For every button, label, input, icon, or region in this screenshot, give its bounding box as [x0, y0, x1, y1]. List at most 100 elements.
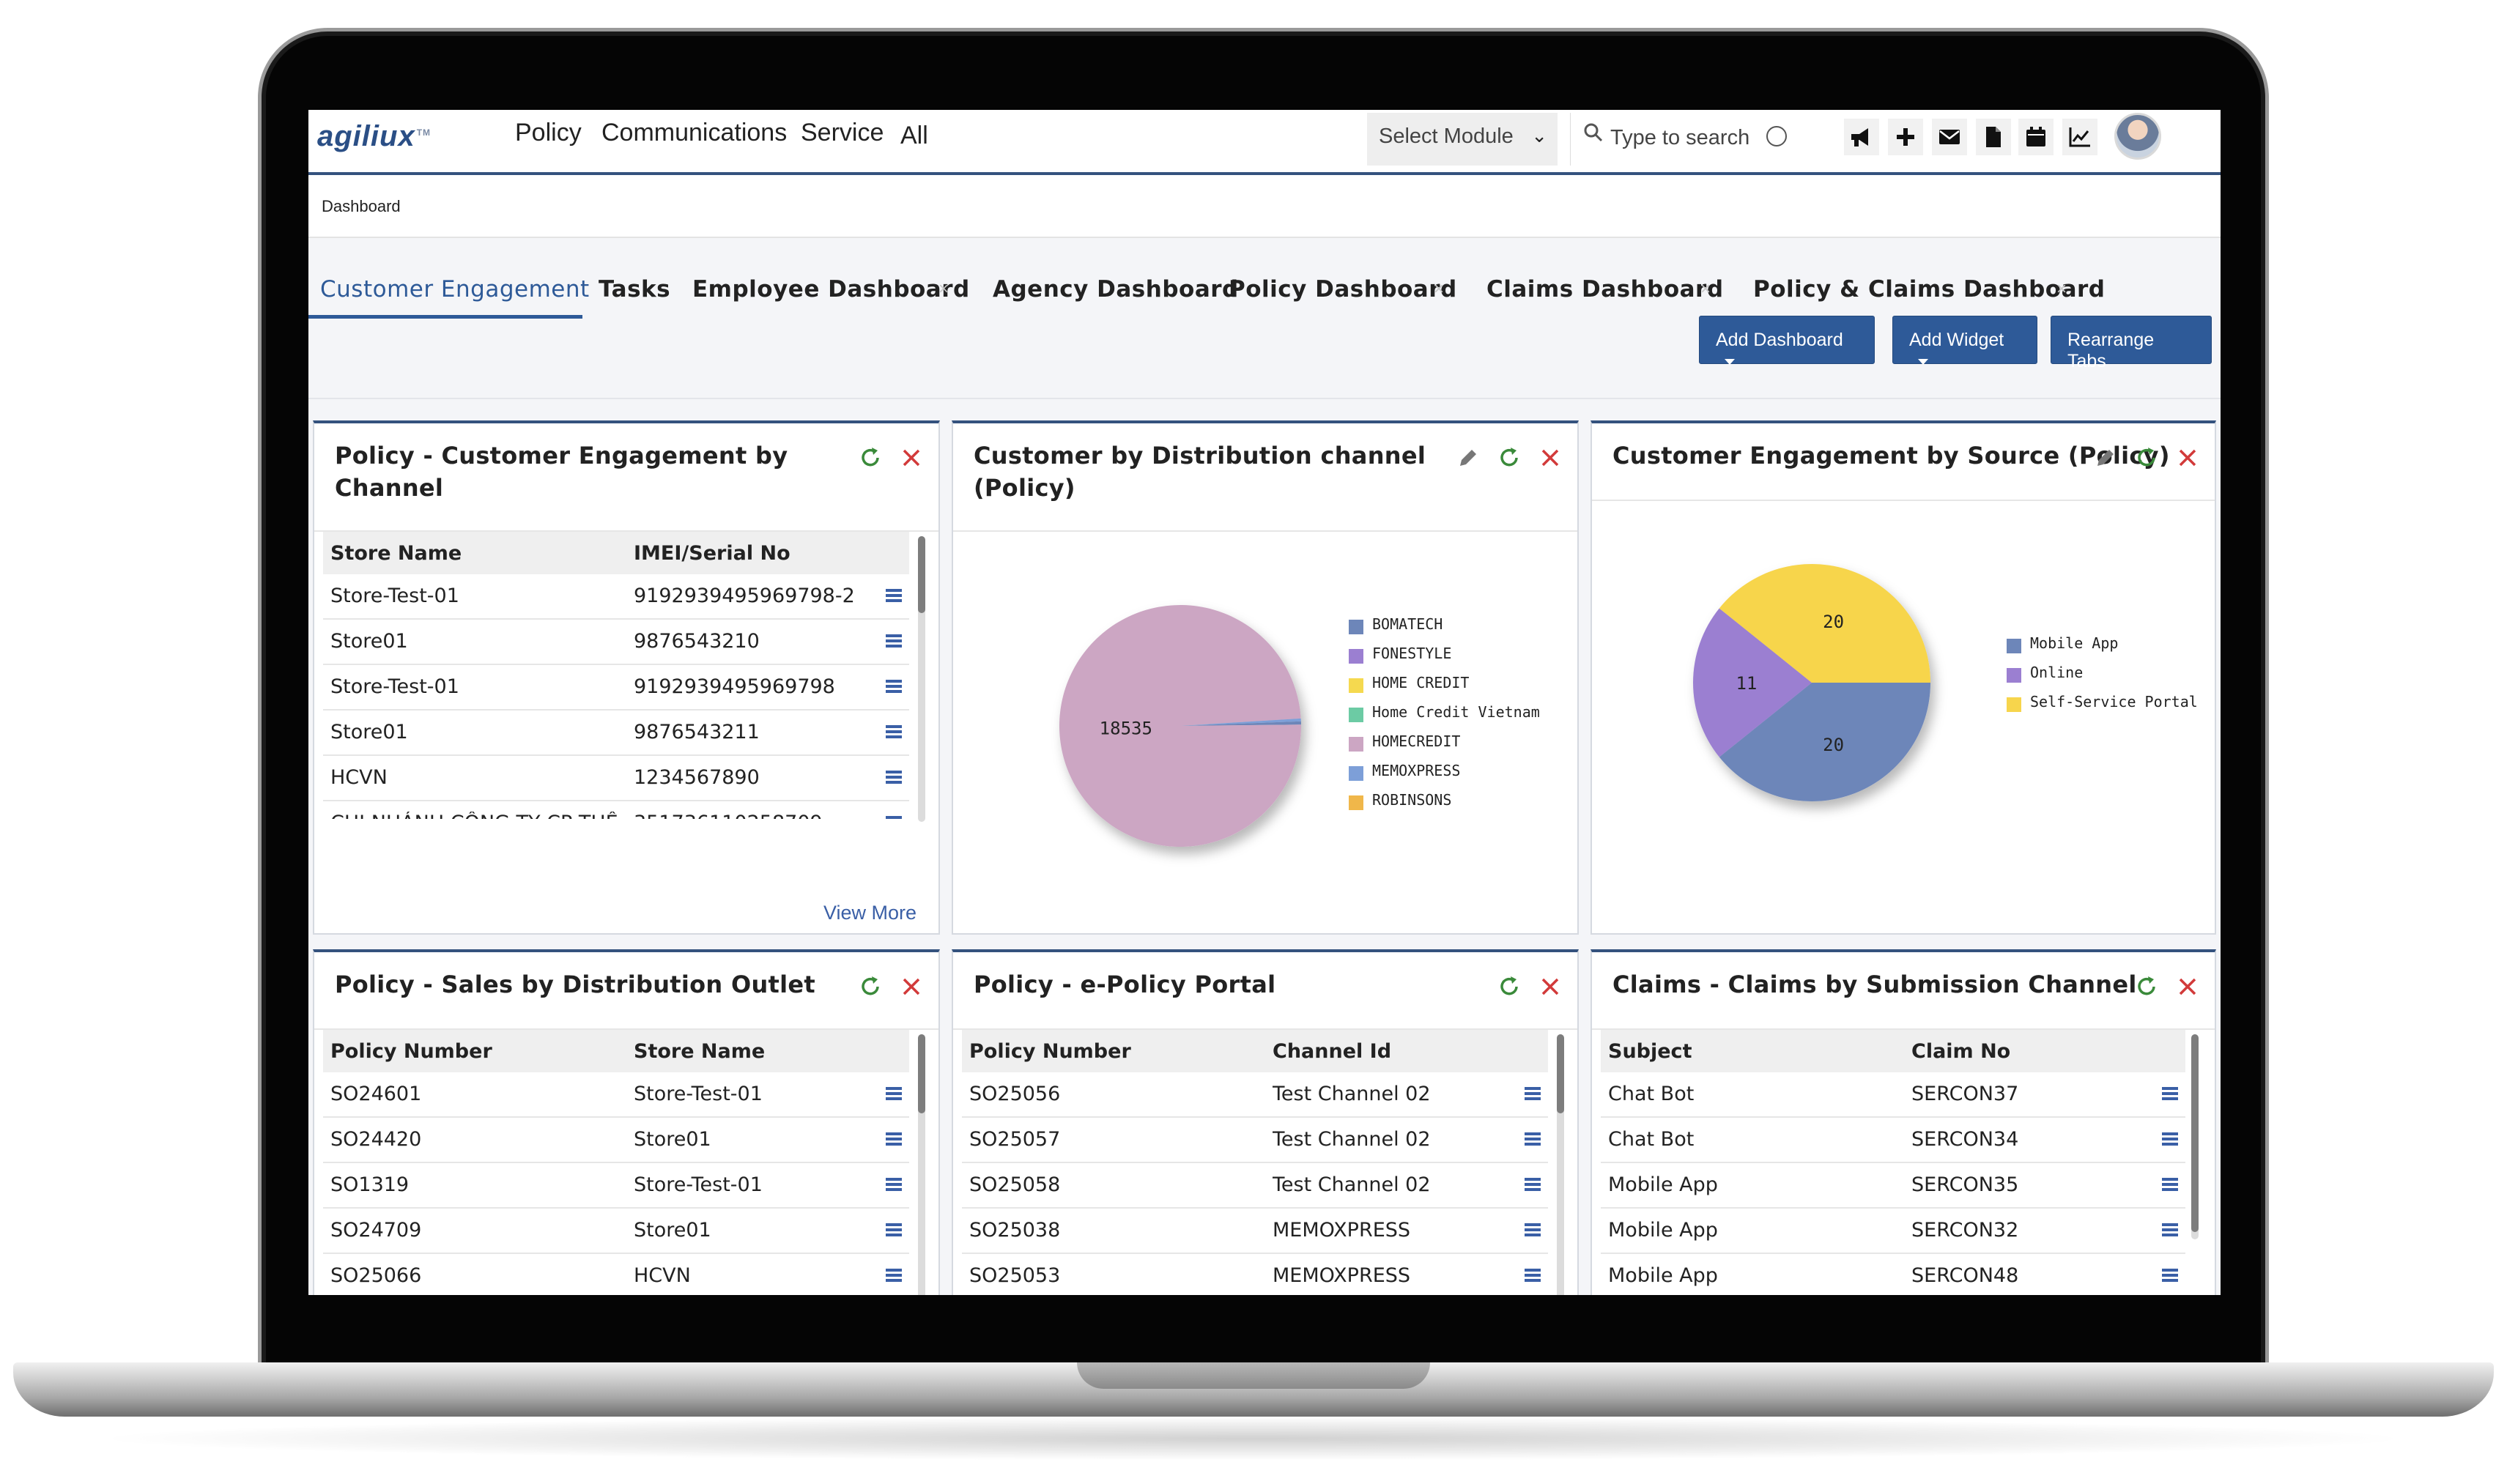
- table-row[interactable]: SO25058 Test Channel 02: [962, 1163, 1548, 1209]
- row-menu-icon[interactable]: [2162, 1269, 2178, 1282]
- row-menu-icon[interactable]: [2162, 1178, 2178, 1191]
- mail-icon[interactable]: [1932, 119, 1967, 155]
- tab-employee-dashboard[interactable]: Employee Dashboard: [692, 276, 970, 303]
- rearrange-tabs-button[interactable]: Rearrange Tabs: [2051, 316, 2212, 371]
- legend-item[interactable]: HOME CREDIT: [1349, 674, 1540, 703]
- row-menu-icon[interactable]: [886, 589, 902, 602]
- row-menu-icon[interactable]: [886, 1223, 902, 1236]
- add-widget-button[interactable]: Add Widget: [1892, 316, 2037, 366]
- column-header[interactable]: Policy Number: [969, 1040, 1131, 1063]
- table-row[interactable]: SO25056 Test Channel 02: [962, 1072, 1548, 1118]
- legend-item[interactable]: BOMATECH: [1349, 615, 1540, 645]
- legend-item[interactable]: Home Credit Vietnam: [1349, 703, 1540, 732]
- table-row[interactable]: CHI NHÁNH CÔNG TY CP THẾ GI...3517361102…: [323, 801, 909, 819]
- table-row[interactable]: SO24709 Store01: [323, 1209, 909, 1254]
- refresh-icon[interactable]: [2134, 974, 2159, 999]
- table-row[interactable]: SO24601 Store-Test-01: [323, 1072, 909, 1118]
- column-header[interactable]: IMEI/Serial No: [634, 542, 790, 565]
- column-header[interactable]: Claim No: [1911, 1040, 2010, 1063]
- table-scrollbar[interactable]: [918, 536, 925, 822]
- scrollbar-thumb[interactable]: [2191, 1034, 2199, 1232]
- row-menu-icon[interactable]: [1525, 1178, 1541, 1191]
- table-row[interactable]: Mobile App SERCON35: [1601, 1163, 2185, 1209]
- add-dashboard-button[interactable]: Add Dashboard: [1699, 316, 1875, 366]
- edit-pencil-icon[interactable]: [2093, 445, 2118, 470]
- table-row[interactable]: Store01 9876543211: [323, 711, 909, 756]
- column-header[interactable]: Store Name: [330, 542, 462, 565]
- recent-searches-icon[interactable]: [1766, 126, 1787, 146]
- legend-item[interactable]: MEMOXPRESS: [1349, 762, 1540, 791]
- table-row[interactable]: Store-Test-01 9192939495969798: [323, 665, 909, 711]
- row-menu-icon[interactable]: [2162, 1223, 2178, 1236]
- table-row[interactable]: HCVN 1234567890: [323, 756, 909, 801]
- legend-item[interactable]: FONESTYLE: [1349, 645, 1540, 674]
- agiliux-logo[interactable]: agiliux TM: [317, 120, 431, 153]
- close-icon[interactable]: [2175, 974, 2200, 999]
- table-row[interactable]: Mobile App SERCON32: [1601, 1209, 2185, 1254]
- row-menu-icon[interactable]: [1525, 1223, 1541, 1236]
- row-menu-icon[interactable]: [1525, 1269, 1541, 1282]
- user-avatar[interactable]: [2114, 113, 2161, 160]
- table-row[interactable]: Chat Bot SERCON37: [1601, 1072, 2185, 1118]
- table-row[interactable]: SO1319 Store-Test-01: [323, 1163, 909, 1209]
- close-icon[interactable]: [1538, 445, 1563, 470]
- tab-close-icon[interactable]: ×: [2056, 279, 2067, 300]
- row-menu-icon[interactable]: [1525, 1132, 1541, 1146]
- row-menu-icon[interactable]: [886, 1132, 902, 1146]
- table-row[interactable]: SO25066 HCVN: [323, 1254, 909, 1295]
- row-menu-icon[interactable]: [2162, 1087, 2178, 1100]
- table-scrollbar[interactable]: [918, 1034, 925, 1295]
- tab-policy-claims-dashboard[interactable]: Policy & Claims Dashboard: [1753, 276, 2106, 303]
- legend-item[interactable]: Online: [2007, 664, 2198, 693]
- reports-chart-icon[interactable]: [2062, 119, 2097, 155]
- table-row[interactable]: Chat Bot SERCON34: [1601, 1118, 2185, 1163]
- tab-close-icon[interactable]: ×: [1700, 279, 1711, 300]
- row-menu-icon[interactable]: [886, 725, 902, 738]
- tab-claims-dashboard[interactable]: Claims Dashboard: [1486, 276, 1724, 303]
- close-icon[interactable]: [1538, 974, 1563, 999]
- tab-agency-dashboard[interactable]: Agency Dashboard: [993, 276, 1239, 303]
- table-scrollbar[interactable]: [2191, 1034, 2199, 1239]
- menu-policy[interactable]: Policy: [515, 119, 582, 147]
- row-menu-icon[interactable]: [886, 1178, 902, 1191]
- refresh-icon[interactable]: [1497, 974, 1522, 999]
- refresh-icon[interactable]: [2134, 445, 2159, 470]
- table-row[interactable]: SO25057 Test Channel 02: [962, 1118, 1548, 1163]
- legend-item[interactable]: HOMECREDIT: [1349, 732, 1540, 762]
- table-row[interactable]: Mobile App SERCON48: [1601, 1254, 2185, 1295]
- refresh-icon[interactable]: [858, 974, 883, 999]
- announcement-icon[interactable]: [1844, 119, 1879, 155]
- row-menu-icon[interactable]: [886, 771, 902, 784]
- scrollbar-thumb[interactable]: [918, 536, 925, 613]
- row-menu-icon[interactable]: [886, 816, 902, 819]
- scrollbar-thumb[interactable]: [1557, 1034, 1564, 1113]
- menu-communications[interactable]: Communications: [601, 119, 787, 147]
- tab-policy-dashboard[interactable]: Policy Dashboard: [1229, 276, 1457, 303]
- view-more-link[interactable]: View More: [823, 902, 916, 924]
- document-icon[interactable]: [1976, 119, 2011, 155]
- column-header[interactable]: Store Name: [634, 1040, 765, 1063]
- close-icon[interactable]: [899, 445, 924, 470]
- calendar-icon[interactable]: [2018, 119, 2054, 155]
- legend-item[interactable]: ROBINSONS: [1349, 791, 1540, 820]
- menu-all[interactable]: All: [900, 122, 928, 150]
- legend-item[interactable]: Mobile App: [2007, 634, 2198, 664]
- table-row[interactable]: SO25038 MEMOXPRESS: [962, 1209, 1548, 1254]
- column-header[interactable]: Channel Id: [1273, 1040, 1391, 1063]
- close-icon[interactable]: [899, 974, 924, 999]
- breadcrumb[interactable]: Dashboard: [322, 197, 401, 216]
- legend-item[interactable]: Self-Service Portal: [2007, 693, 2198, 722]
- table-row[interactable]: Store-Test-01 9192939495969798-2: [323, 574, 909, 620]
- row-menu-icon[interactable]: [886, 634, 902, 648]
- edit-pencil-icon[interactable]: [1456, 445, 1481, 470]
- global-search[interactable]: Type to search: [1570, 113, 1804, 166]
- row-menu-icon[interactable]: [886, 680, 902, 693]
- row-menu-icon[interactable]: [886, 1269, 902, 1282]
- table-scrollbar[interactable]: [1557, 1034, 1564, 1295]
- row-menu-icon[interactable]: [1525, 1087, 1541, 1100]
- refresh-icon[interactable]: [858, 445, 883, 470]
- column-header[interactable]: Subject: [1608, 1040, 1692, 1063]
- table-row[interactable]: SO24420 Store01: [323, 1118, 909, 1163]
- row-menu-icon[interactable]: [886, 1087, 902, 1100]
- refresh-icon[interactable]: [1497, 445, 1522, 470]
